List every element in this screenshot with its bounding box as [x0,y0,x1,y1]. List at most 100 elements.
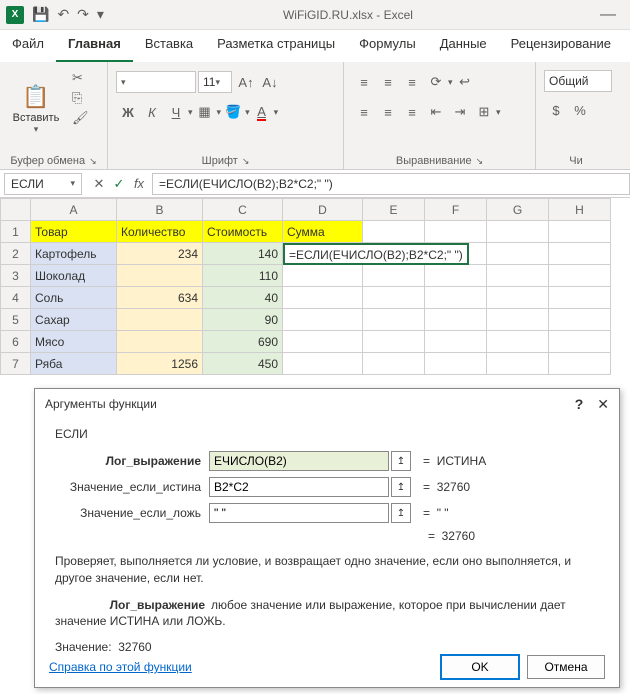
cell[interactable]: Сахар [31,309,117,331]
cell[interactable] [425,265,487,287]
cut-icon[interactable]: ✂ [72,70,89,86]
paste-button[interactable]: 📋 Вставить ▾ [8,66,64,153]
cell[interactable]: Стоимость [203,221,283,243]
cell[interactable] [549,221,611,243]
bold-button[interactable]: Ж [116,100,140,124]
cell[interactable]: 40 [203,287,283,309]
cell[interactable] [117,265,203,287]
dialog-launcher-icon[interactable]: ↘ [242,156,250,167]
cell[interactable]: 634 [117,287,203,309]
cancel-button[interactable]: Отмена [527,655,605,679]
underline-button[interactable]: Ч [164,100,188,124]
copy-icon[interactable]: ⎘ [72,90,89,106]
percent-icon[interactable]: % [568,98,592,122]
cell[interactable] [487,353,549,375]
number-format-combo[interactable]: Общий [544,70,612,92]
cell[interactable] [283,265,363,287]
cell[interactable] [363,221,425,243]
minimize-icon[interactable]: — [592,6,624,24]
ok-button[interactable]: OK [441,655,519,679]
col-header[interactable]: A [31,199,117,221]
cell[interactable] [549,331,611,353]
cell[interactable] [549,243,611,265]
align-middle-icon[interactable]: ≡ [376,70,400,94]
borders-icon[interactable]: ▦ [193,100,217,124]
decrease-indent-icon[interactable]: ⇤ [424,100,448,124]
cell[interactable] [549,353,611,375]
cell[interactable] [283,331,363,353]
cell[interactable] [283,353,363,375]
cell[interactable] [363,265,425,287]
help-link[interactable]: Справка по этой функции [49,660,192,674]
cell[interactable] [487,243,549,265]
cell[interactable]: 450 [203,353,283,375]
cell[interactable] [487,265,549,287]
cell[interactable]: Мясо [31,331,117,353]
cell[interactable]: Товар [31,221,117,243]
cell[interactable]: 690 [203,331,283,353]
col-header[interactable]: H [549,199,611,221]
cell[interactable] [487,309,549,331]
currency-icon[interactable]: $ [544,98,568,122]
select-all-corner[interactable] [1,199,31,221]
cell[interactable] [117,309,203,331]
align-center-icon[interactable]: ≡ [376,100,400,124]
save-icon[interactable]: 💾 [32,6,49,23]
tab-home[interactable]: Главная [56,30,133,62]
cell[interactable] [425,353,487,375]
undo-icon[interactable]: ↶ [57,6,69,23]
arg2-input[interactable] [209,477,389,497]
cell[interactable] [425,287,487,309]
close-icon[interactable]: ✕ [597,396,609,413]
enter-formula-icon[interactable]: ✓ [110,176,128,192]
cell[interactable]: 110 [203,265,283,287]
col-header[interactable]: F [425,199,487,221]
dialog-titlebar[interactable]: Аргументы функции ? ✕ [35,389,619,419]
align-left-icon[interactable]: ≡ [352,100,376,124]
cell[interactable] [425,331,487,353]
help-icon[interactable]: ? [575,396,584,412]
tab-review[interactable]: Рецензирование [499,30,623,62]
font-name-combo[interactable]: ▾ [116,71,196,93]
cell[interactable]: 140 [203,243,283,265]
cell[interactable] [425,309,487,331]
decrease-font-icon[interactable]: A↓ [258,70,282,94]
cell[interactable] [487,287,549,309]
col-header[interactable]: G [487,199,549,221]
cell[interactable] [283,309,363,331]
align-bottom-icon[interactable]: ≡ [400,70,424,94]
cell[interactable]: Картофель [31,243,117,265]
merge-cells-icon[interactable]: ⊞ [472,100,496,124]
cell[interactable] [487,221,549,243]
row-header[interactable]: 1 [1,221,31,243]
redo-icon[interactable]: ↷ [77,6,89,23]
cell[interactable] [549,309,611,331]
cell[interactable] [549,287,611,309]
cell[interactable]: Шоколад [31,265,117,287]
cell[interactable]: Соль [31,287,117,309]
row-header[interactable]: 2 [1,243,31,265]
cancel-formula-icon[interactable]: ✕ [90,176,108,192]
cell[interactable] [363,309,425,331]
name-box[interactable]: ЕСЛИ▾ [4,173,82,195]
row-header[interactable]: 4 [1,287,31,309]
cell[interactable]: 234 [117,243,203,265]
font-size-combo[interactable]: 11▾ [198,71,232,93]
cell[interactable] [363,353,425,375]
range-selector-icon[interactable]: ↥ [391,503,411,523]
tab-formulas[interactable]: Формулы [347,30,428,62]
cell[interactable]: Количество [117,221,203,243]
row-header[interactable]: 5 [1,309,31,331]
fx-icon[interactable]: fx [130,176,148,192]
tab-page-layout[interactable]: Разметка страницы [205,30,347,62]
row-header[interactable]: 3 [1,265,31,287]
range-selector-icon[interactable]: ↥ [391,451,411,471]
dialog-launcher-icon[interactable]: ↘ [89,156,97,167]
tab-file[interactable]: Файл [0,30,56,62]
increase-indent-icon[interactable]: ⇥ [448,100,472,124]
row-header[interactable]: 7 [1,353,31,375]
cell[interactable] [363,331,425,353]
col-header[interactable]: B [117,199,203,221]
cell[interactable] [283,287,363,309]
active-cell[interactable]: =ЕСЛИ(ЕЧИСЛО(B2);B2*C2;" ") [283,243,363,265]
